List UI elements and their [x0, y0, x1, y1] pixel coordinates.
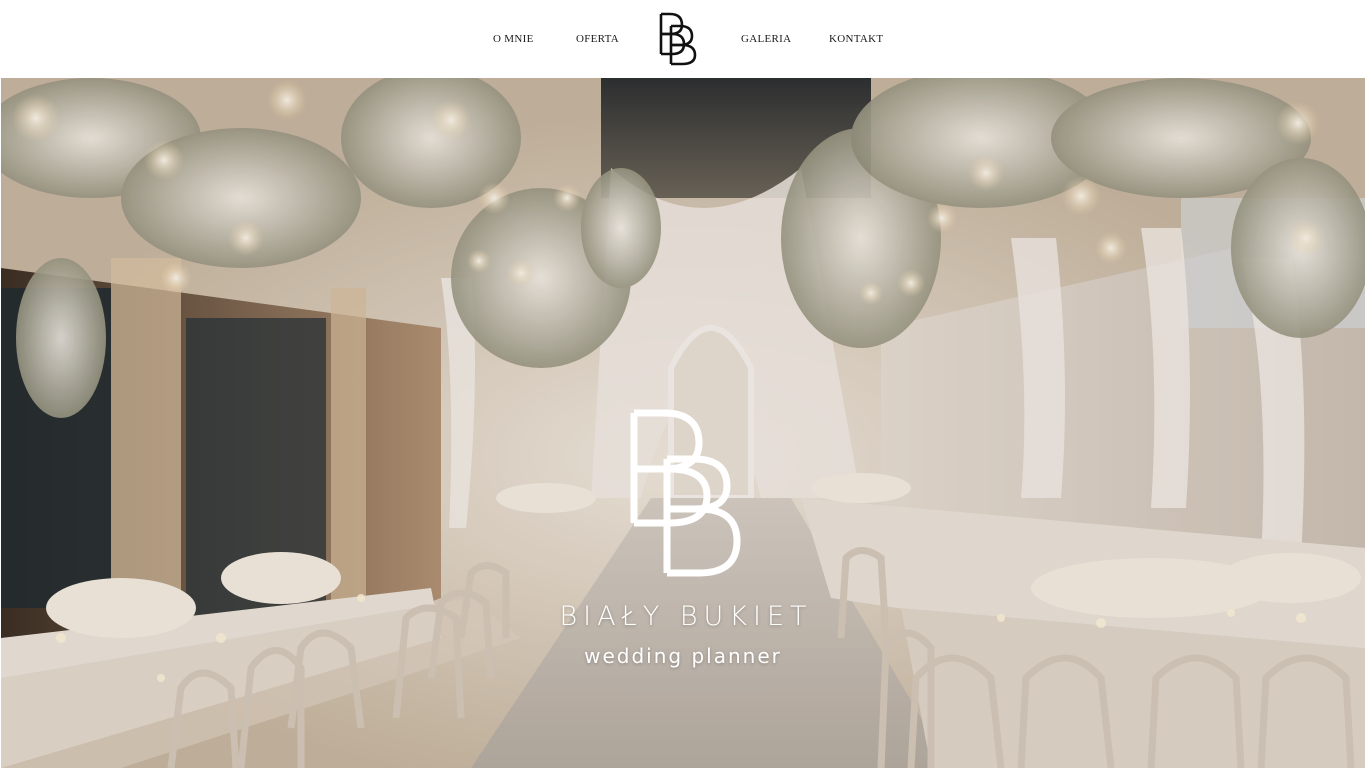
nav-link-kontakt[interactable]: KONTAKT — [829, 33, 883, 45]
hero-banner: BIAŁY BUKIET wedding planner — [1, 78, 1365, 768]
nav-link-oferta[interactable]: OFERTA — [576, 33, 619, 45]
brand-name: BIAŁY BUKIET — [559, 601, 813, 632]
site-header: O MNIE OFERTA GALERIA KONTAKT — [0, 0, 1366, 78]
nav-link-galeria[interactable]: GALERIA — [741, 33, 791, 45]
bb-monogram-icon — [630, 409, 741, 577]
nav-link-o-mnie[interactable]: O MNIE — [493, 33, 534, 45]
bb-monogram-icon[interactable] — [652, 10, 702, 68]
brand-tagline: wedding planner — [584, 644, 782, 668]
